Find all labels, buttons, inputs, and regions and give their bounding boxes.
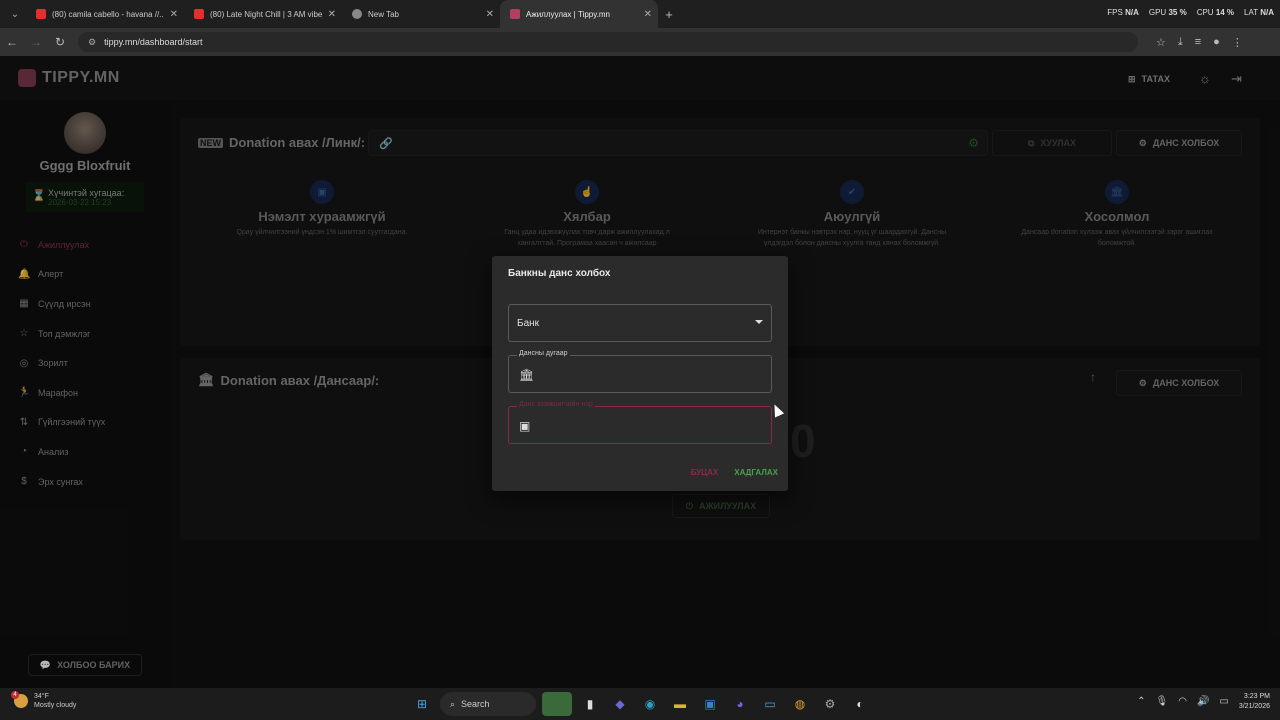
mic-icon[interactable]: 🎙: [1156, 696, 1169, 707]
fps-value: N/A: [1125, 8, 1139, 17]
chrome-icon: [352, 9, 362, 19]
bank-select[interactable]: Банк: [508, 304, 772, 342]
bank-select-value: Банк: [517, 317, 540, 329]
close-icon[interactable]: ✕: [170, 9, 178, 20]
chrome-icon[interactable]: ◍: [788, 692, 812, 716]
tab-search-icon[interactable]: ⌄: [4, 4, 26, 24]
volume-icon[interactable]: 🔊: [1197, 696, 1209, 707]
reload-icon[interactable]: ↻: [48, 35, 72, 49]
cpu-label: CPU: [1196, 8, 1214, 17]
tab-title: (80) camila cabello - havana //...: [52, 9, 164, 19]
dialog-title: Банкны данс холбох: [508, 268, 611, 279]
weather-desc: Mostly cloudy: [34, 702, 77, 710]
battery-icon[interactable]: ▭: [1219, 696, 1228, 707]
cpu-value: 14 %: [1215, 8, 1235, 17]
bank-connect-dialog: Банкны данс холбох Банк Дансны дугаар 🏛 …: [492, 256, 788, 491]
teams-icon[interactable]: ◆: [608, 692, 632, 716]
gpu-value: 35 %: [1168, 8, 1187, 17]
chevron-up-icon[interactable]: ⌃: [1137, 696, 1145, 707]
weather-widget[interactable]: 4 34°F Mostly cloudy: [11, 691, 77, 710]
game-icon[interactable]: ◐: [848, 692, 872, 716]
url-text: tippy.mn/dashboard/start: [104, 37, 203, 47]
browser-tab-1[interactable]: (80) camila cabello - havana //... ✕: [26, 0, 184, 28]
tippy-favicon-icon: [510, 9, 520, 19]
back-icon[interactable]: ←: [0, 35, 24, 49]
youtube-icon: [194, 9, 204, 19]
media-icon[interactable]: ≡: [1195, 36, 1201, 49]
bookmark-star-icon[interactable]: ☆: [1156, 36, 1166, 49]
gpu-label: GPU: [1148, 8, 1167, 17]
tab-title: Ажиллуулах | Tippy.mn: [526, 9, 610, 19]
forward-icon[interactable]: →: [24, 35, 48, 49]
tab-title: (80) Late Night Chill | 3 AM vibe: [210, 9, 322, 19]
system-stats: FPS N/A GPU 35 % CPU 14 % LAT N/A: [1107, 8, 1274, 17]
site-info-icon[interactable]: ⚙: [88, 37, 96, 48]
windows-taskbar: 4 34°F Mostly cloudy ⊞ ⌕ Search ▮ ◆ ◉ ▬ …: [0, 688, 1280, 720]
bank-icon: 🏛: [519, 368, 535, 382]
save-button[interactable]: ХАДГАЛАХ: [734, 468, 778, 477]
tab-title: New Tab: [368, 9, 399, 19]
system-tray: ⌃ 🎙 ◠ 🔊 ▭ 3:23 PM 3/21/2026: [1137, 692, 1270, 712]
task-view-icon[interactable]: ▮: [578, 692, 602, 716]
browser-tab-2[interactable]: (80) Late Night Chill | 3 AM vibe ✕: [184, 0, 342, 28]
new-tab-icon[interactable]: +: [658, 7, 680, 22]
weather-temp: 34°F: [34, 693, 49, 700]
more-menu-icon[interactable]: ⋮: [1232, 36, 1243, 49]
youtube-icon: [36, 9, 46, 19]
close-icon[interactable]: ✕: [644, 9, 652, 20]
clock[interactable]: 3:23 PM 3/21/2026: [1239, 692, 1270, 712]
search-label: Search: [461, 699, 490, 709]
browser-tab-bar: ⌄ (80) camila cabello - havana //... ✕ (…: [0, 0, 1280, 28]
app-icon[interactable]: ▭: [758, 692, 782, 716]
url-field[interactable]: ⚙ tippy.mn/dashboard/start: [78, 32, 1138, 52]
weather-icon: 4: [11, 691, 28, 709]
edge-icon[interactable]: ◉: [638, 692, 662, 716]
browser-tab-4[interactable]: Ажиллуулах | Tippy.mn ✕: [500, 0, 658, 28]
wifi-icon[interactable]: ◠: [1178, 696, 1187, 707]
account-owner-field[interactable]: Данс эзэмшигчийн нэр ▣: [508, 401, 772, 444]
lat-label: LAT: [1244, 8, 1258, 17]
address-bar-row: ← → ↻ ⚙ tippy.mn/dashboard/start ☆ ⤓ ≡ ●…: [0, 28, 1280, 56]
notification-badge: 4: [11, 691, 19, 700]
widget-icon[interactable]: [542, 692, 572, 716]
clock-date: 3/21/2026: [1238, 702, 1270, 710]
lat-value: N/A: [1260, 8, 1274, 17]
account-number-field[interactable]: Дансны дугаар 🏛: [508, 350, 772, 393]
cancel-button[interactable]: БУЦАХ: [691, 468, 718, 477]
store-icon[interactable]: ▣: [698, 692, 722, 716]
account-owner-label: Данс эзэмшигчийн нэр: [517, 401, 595, 408]
profile-icon[interactable]: ●: [1213, 36, 1220, 49]
fps-label: FPS: [1107, 8, 1123, 17]
browser-tab-3[interactable]: New Tab ✕: [342, 0, 500, 28]
close-icon[interactable]: ✕: [486, 9, 494, 20]
discord-icon[interactable]: ◕: [728, 692, 752, 716]
search-icon: ⌕: [450, 698, 456, 709]
close-icon[interactable]: ✕: [328, 9, 336, 20]
contact-card-icon: ▣: [519, 419, 531, 433]
clock-time: 3:23 PM: [1243, 693, 1270, 700]
account-number-label: Дансны дугаар: [517, 350, 570, 357]
download-icon[interactable]: ⤓: [1178, 36, 1183, 49]
start-icon[interactable]: ⊞: [410, 692, 434, 716]
taskbar-search[interactable]: ⌕ Search: [440, 692, 536, 716]
settings-icon[interactable]: ⚙: [818, 692, 842, 716]
caret-down-icon: [755, 320, 763, 324]
folder-icon[interactable]: ▬: [668, 692, 692, 716]
